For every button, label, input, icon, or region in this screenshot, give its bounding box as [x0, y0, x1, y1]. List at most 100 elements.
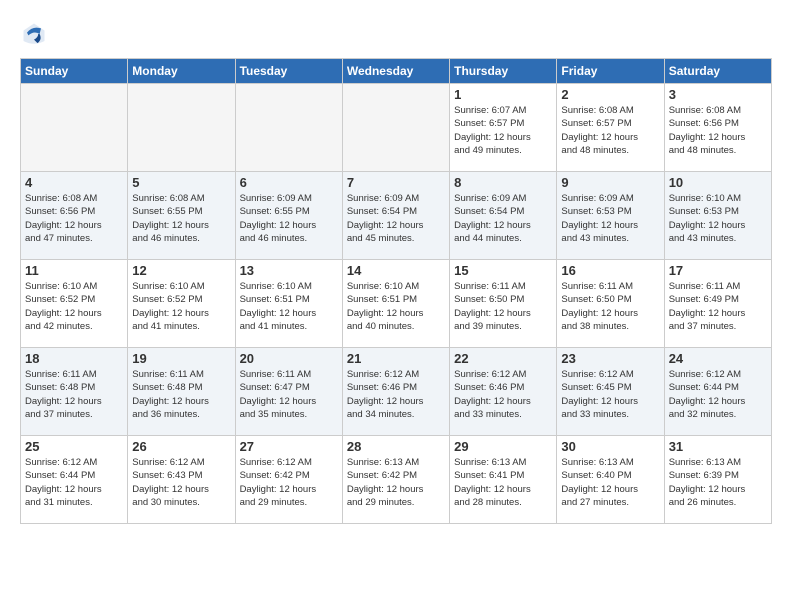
cell-info: Sunrise: 6:13 AM Sunset: 6:40 PM Dayligh… — [561, 456, 659, 509]
day-number: 15 — [454, 263, 552, 278]
day-number: 23 — [561, 351, 659, 366]
calendar-cell: 3 Sunrise: 6:08 AM Sunset: 6:56 PM Daylig… — [664, 84, 771, 172]
calendar-cell: 11 Sunrise: 6:10 AM Sunset: 6:52 PM Dayli… — [21, 260, 128, 348]
cell-info: Sunrise: 6:07 AM Sunset: 6:57 PM Dayligh… — [454, 104, 552, 157]
day-number: 18 — [25, 351, 123, 366]
cell-info: Sunrise: 6:11 AM Sunset: 6:50 PM Dayligh… — [454, 280, 552, 333]
calendar-cell: 13 Sunrise: 6:10 AM Sunset: 6:51 PM Dayli… — [235, 260, 342, 348]
day-number: 3 — [669, 87, 767, 102]
week-row-5: 25 Sunrise: 6:12 AM Sunset: 6:44 PM Dayli… — [21, 436, 772, 524]
logo — [20, 20, 52, 48]
day-number: 17 — [669, 263, 767, 278]
day-header-tuesday: Tuesday — [235, 59, 342, 84]
week-row-2: 4 Sunrise: 6:08 AM Sunset: 6:56 PM Daylig… — [21, 172, 772, 260]
page-header — [20, 20, 772, 48]
week-row-4: 18 Sunrise: 6:11 AM Sunset: 6:48 PM Dayli… — [21, 348, 772, 436]
cell-info: Sunrise: 6:11 AM Sunset: 6:49 PM Dayligh… — [669, 280, 767, 333]
cell-info: Sunrise: 6:08 AM Sunset: 6:55 PM Dayligh… — [132, 192, 230, 245]
cell-info: Sunrise: 6:08 AM Sunset: 6:56 PM Dayligh… — [669, 104, 767, 157]
day-number: 10 — [669, 175, 767, 190]
week-row-1: 1 Sunrise: 6:07 AM Sunset: 6:57 PM Daylig… — [21, 84, 772, 172]
cell-info: Sunrise: 6:08 AM Sunset: 6:57 PM Dayligh… — [561, 104, 659, 157]
day-number: 24 — [669, 351, 767, 366]
calendar-cell — [21, 84, 128, 172]
calendar-cell: 6Sunrise: 6:09 AM Sunset: 6:55 PM Daylig… — [235, 172, 342, 260]
cell-info: Sunrise: 6:12 AM Sunset: 6:46 PM Dayligh… — [454, 368, 552, 421]
calendar-cell: 28 Sunrise: 6:13 AM Sunset: 6:42 PM Dayli… — [342, 436, 449, 524]
day-number: 2 — [561, 87, 659, 102]
calendar-cell: 27 Sunrise: 6:12 AM Sunset: 6:42 PM Dayli… — [235, 436, 342, 524]
cell-info: Sunrise: 6:10 AM Sunset: 6:53 PM Dayligh… — [669, 192, 767, 245]
day-header-monday: Monday — [128, 59, 235, 84]
cell-info: Sunrise: 6:12 AM Sunset: 6:45 PM Dayligh… — [561, 368, 659, 421]
cell-info: Sunrise: 6:13 AM Sunset: 6:42 PM Dayligh… — [347, 456, 445, 509]
day-number: 20 — [240, 351, 338, 366]
calendar-cell: 15 Sunrise: 6:11 AM Sunset: 6:50 PM Dayli… — [450, 260, 557, 348]
cell-info: Sunrise: 6:12 AM Sunset: 6:46 PM Dayligh… — [347, 368, 445, 421]
cell-info: Sunrise: 6:11 AM Sunset: 6:50 PM Dayligh… — [561, 280, 659, 333]
day-number: 28 — [347, 439, 445, 454]
calendar-cell — [235, 84, 342, 172]
calendar: SundayMondayTuesdayWednesdayThursdayFrid… — [20, 58, 772, 524]
calendar-cell: 24 Sunrise: 6:12 AM Sunset: 6:44 PM Dayli… — [664, 348, 771, 436]
day-number: 22 — [454, 351, 552, 366]
cell-info: Sunrise: 6:12 AM Sunset: 6:43 PM Dayligh… — [132, 456, 230, 509]
cell-info: Sunrise: 6:13 AM Sunset: 6:41 PM Dayligh… — [454, 456, 552, 509]
calendar-cell — [342, 84, 449, 172]
cell-info: Sunrise: 6:11 AM Sunset: 6:48 PM Dayligh… — [25, 368, 123, 421]
day-number: 5 — [132, 175, 230, 190]
cell-info: Sunrise: 6:10 AM Sunset: 6:51 PM Dayligh… — [240, 280, 338, 333]
calendar-cell: 26 Sunrise: 6:12 AM Sunset: 6:43 PM Dayli… — [128, 436, 235, 524]
calendar-cell: 29 Sunrise: 6:13 AM Sunset: 6:41 PM Dayli… — [450, 436, 557, 524]
calendar-cell: 23 Sunrise: 6:12 AM Sunset: 6:45 PM Dayli… — [557, 348, 664, 436]
calendar-cell: 8Sunrise: 6:09 AM Sunset: 6:54 PM Daylig… — [450, 172, 557, 260]
calendar-cell: 14 Sunrise: 6:10 AM Sunset: 6:51 PM Dayli… — [342, 260, 449, 348]
day-header-sunday: Sunday — [21, 59, 128, 84]
cell-info: Sunrise: 6:08 AM Sunset: 6:56 PM Dayligh… — [25, 192, 123, 245]
day-number: 6 — [240, 175, 338, 190]
day-number: 26 — [132, 439, 230, 454]
day-number: 4 — [25, 175, 123, 190]
day-number: 9 — [561, 175, 659, 190]
calendar-cell: 9 Sunrise: 6:09 AM Sunset: 6:53 PM Daylig… — [557, 172, 664, 260]
cell-info: Sunrise: 6:10 AM Sunset: 6:52 PM Dayligh… — [25, 280, 123, 333]
day-number: 27 — [240, 439, 338, 454]
calendar-cell: 16 Sunrise: 6:11 AM Sunset: 6:50 PM Dayli… — [557, 260, 664, 348]
day-number: 14 — [347, 263, 445, 278]
cell-info: Sunrise: 6:09 AM Sunset: 6:53 PM Dayligh… — [561, 192, 659, 245]
cell-info: Sunrise: 6:12 AM Sunset: 6:44 PM Dayligh… — [669, 368, 767, 421]
cell-info: Sunrise: 6:13 AM Sunset: 6:39 PM Dayligh… — [669, 456, 767, 509]
day-number: 29 — [454, 439, 552, 454]
cell-info: Sunrise: 6:12 AM Sunset: 6:44 PM Dayligh… — [25, 456, 123, 509]
calendar-cell: 31 Sunrise: 6:13 AM Sunset: 6:39 PM Dayli… — [664, 436, 771, 524]
day-number: 11 — [25, 263, 123, 278]
calendar-cell: 10 Sunrise: 6:10 AM Sunset: 6:53 PM Dayli… — [664, 172, 771, 260]
day-number: 1 — [454, 87, 552, 102]
cell-info: Sunrise: 6:12 AM Sunset: 6:42 PM Dayligh… — [240, 456, 338, 509]
calendar-cell: 19 Sunrise: 6:11 AM Sunset: 6:48 PM Dayli… — [128, 348, 235, 436]
calendar-cell: 30 Sunrise: 6:13 AM Sunset: 6:40 PM Dayli… — [557, 436, 664, 524]
calendar-cell: 25 Sunrise: 6:12 AM Sunset: 6:44 PM Dayli… — [21, 436, 128, 524]
day-header-wednesday: Wednesday — [342, 59, 449, 84]
day-header-friday: Friday — [557, 59, 664, 84]
cell-info: Sunrise: 6:11 AM Sunset: 6:48 PM Dayligh… — [132, 368, 230, 421]
day-number: 8 — [454, 175, 552, 190]
cell-info: Sunrise: 6:10 AM Sunset: 6:52 PM Dayligh… — [132, 280, 230, 333]
cell-info: Sunrise: 6:10 AM Sunset: 6:51 PM Dayligh… — [347, 280, 445, 333]
day-header-thursday: Thursday — [450, 59, 557, 84]
day-number: 31 — [669, 439, 767, 454]
day-number: 30 — [561, 439, 659, 454]
calendar-cell: 2 Sunrise: 6:08 AM Sunset: 6:57 PM Daylig… — [557, 84, 664, 172]
calendar-cell: 18 Sunrise: 6:11 AM Sunset: 6:48 PM Dayli… — [21, 348, 128, 436]
calendar-cell: 5 Sunrise: 6:08 AM Sunset: 6:55 PM Daylig… — [128, 172, 235, 260]
day-number: 21 — [347, 351, 445, 366]
day-number: 13 — [240, 263, 338, 278]
day-number: 16 — [561, 263, 659, 278]
day-number: 19 — [132, 351, 230, 366]
calendar-cell: 17 Sunrise: 6:11 AM Sunset: 6:49 PM Dayli… — [664, 260, 771, 348]
day-number: 7 — [347, 175, 445, 190]
day-number: 25 — [25, 439, 123, 454]
calendar-cell: 7Sunrise: 6:09 AM Sunset: 6:54 PM Daylig… — [342, 172, 449, 260]
logo-icon — [20, 20, 48, 48]
day-number: 12 — [132, 263, 230, 278]
